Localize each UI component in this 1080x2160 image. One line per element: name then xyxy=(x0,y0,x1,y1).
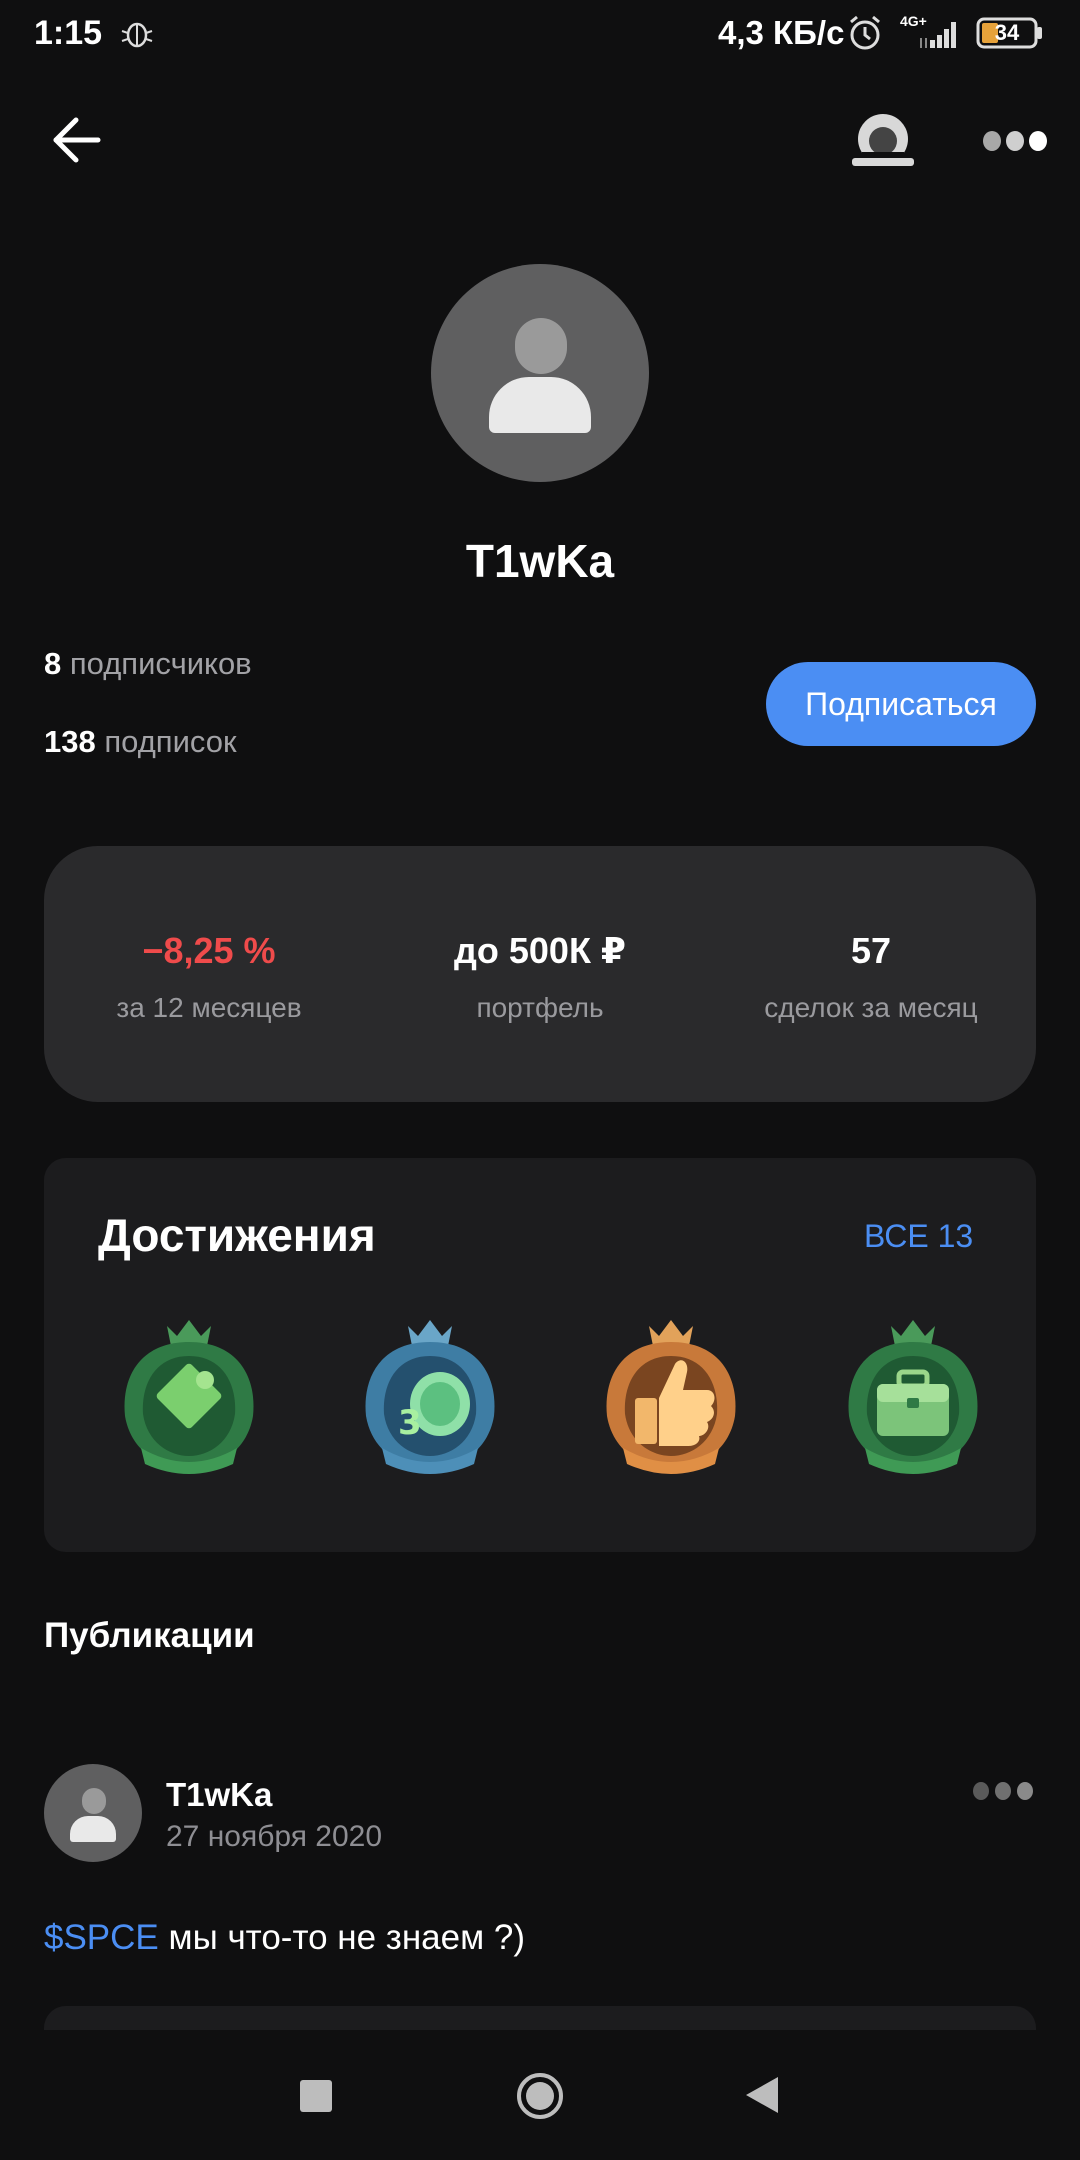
avatar-head xyxy=(515,318,567,374)
status-bar: 1:15 4,3 КБ/с 4G+ 34 xyxy=(0,0,1080,66)
post-date: 27 ноября 2020 xyxy=(166,1820,383,1853)
post-author-name[interactable]: T1wKa xyxy=(166,1776,272,1814)
battery-icon: 34 xyxy=(976,17,1044,49)
following-count[interactable]: 138 подписок xyxy=(44,724,237,760)
followers-number: 8 xyxy=(44,646,62,681)
post-ticker-link[interactable]: $SPCE xyxy=(44,1918,159,1957)
bug-icon xyxy=(121,22,153,48)
stats-card: −8,25 % за 12 месяцев до 500К ₽ портфель… xyxy=(44,846,1036,1102)
profile-avatar xyxy=(431,264,649,482)
alarm-icon xyxy=(850,15,880,50)
coins-badge-icon[interactable]: 3 xyxy=(342,1306,518,1482)
briefcase-badge-icon[interactable] xyxy=(825,1306,1001,1482)
stat-trades-label: сделок за месяц xyxy=(764,992,978,1023)
achievements-all-link[interactable]: ВСЕ 13 xyxy=(864,1218,973,1255)
stat-portfolio: до 500К ₽ портфель xyxy=(375,846,705,1102)
arrow-left-icon[interactable] xyxy=(48,112,104,168)
post-text: $SPCE мы что-то не знаем ?) xyxy=(44,1918,525,1958)
stat-trades: 57 сделок за месяц xyxy=(706,846,1036,1102)
signal-icon xyxy=(920,22,956,48)
subscribe-button[interactable]: Подписаться xyxy=(766,662,1036,746)
stat-yield-label: за 12 месяцев xyxy=(116,992,302,1023)
following-label: подписок xyxy=(104,724,237,759)
stat-trades-value: 57 xyxy=(850,930,892,971)
following-number: 138 xyxy=(44,724,96,759)
avatar-body xyxy=(70,1816,116,1842)
recents-button[interactable] xyxy=(300,2080,332,2112)
achievements-title: Достижения xyxy=(98,1209,376,1261)
home-button[interactable] xyxy=(516,2072,564,2120)
back-triangle-icon[interactable] xyxy=(744,2075,780,2115)
puzzle-badge-icon[interactable] xyxy=(101,1306,277,1482)
avatar-body xyxy=(489,377,591,433)
status-time: 1:15 xyxy=(34,14,103,52)
record-icon[interactable] xyxy=(848,112,918,172)
svg-text:3: 3 xyxy=(398,1403,422,1443)
post-body: мы что-то не знаем ?) xyxy=(158,1918,526,1957)
followers-count[interactable]: 8 подписчиков xyxy=(44,646,252,682)
more-dots-icon[interactable] xyxy=(970,1778,1036,1804)
followers-label: подписчиков xyxy=(69,646,252,681)
stat-yield-value: −8,25 % xyxy=(142,930,276,971)
achievements-card: Достижения ВСЕ 13 3 xyxy=(44,1158,1036,1552)
profile-username: T1wKa xyxy=(465,535,615,587)
stat-portfolio-label: портфель xyxy=(476,992,604,1023)
more-dots-icon[interactable] xyxy=(980,126,1050,156)
publications-title: Публикации xyxy=(44,1616,255,1655)
battery-level: 34 xyxy=(994,20,1020,45)
stat-portfolio-value: до 500К ₽ xyxy=(454,930,626,971)
network-speed: 4,3 КБ/с xyxy=(718,14,845,51)
thumbs-up-badge-icon[interactable] xyxy=(583,1306,759,1482)
avatar-head xyxy=(82,1788,106,1814)
stat-yield: −8,25 % за 12 месяцев xyxy=(44,846,374,1102)
post-author-avatar[interactable] xyxy=(44,1764,142,1862)
